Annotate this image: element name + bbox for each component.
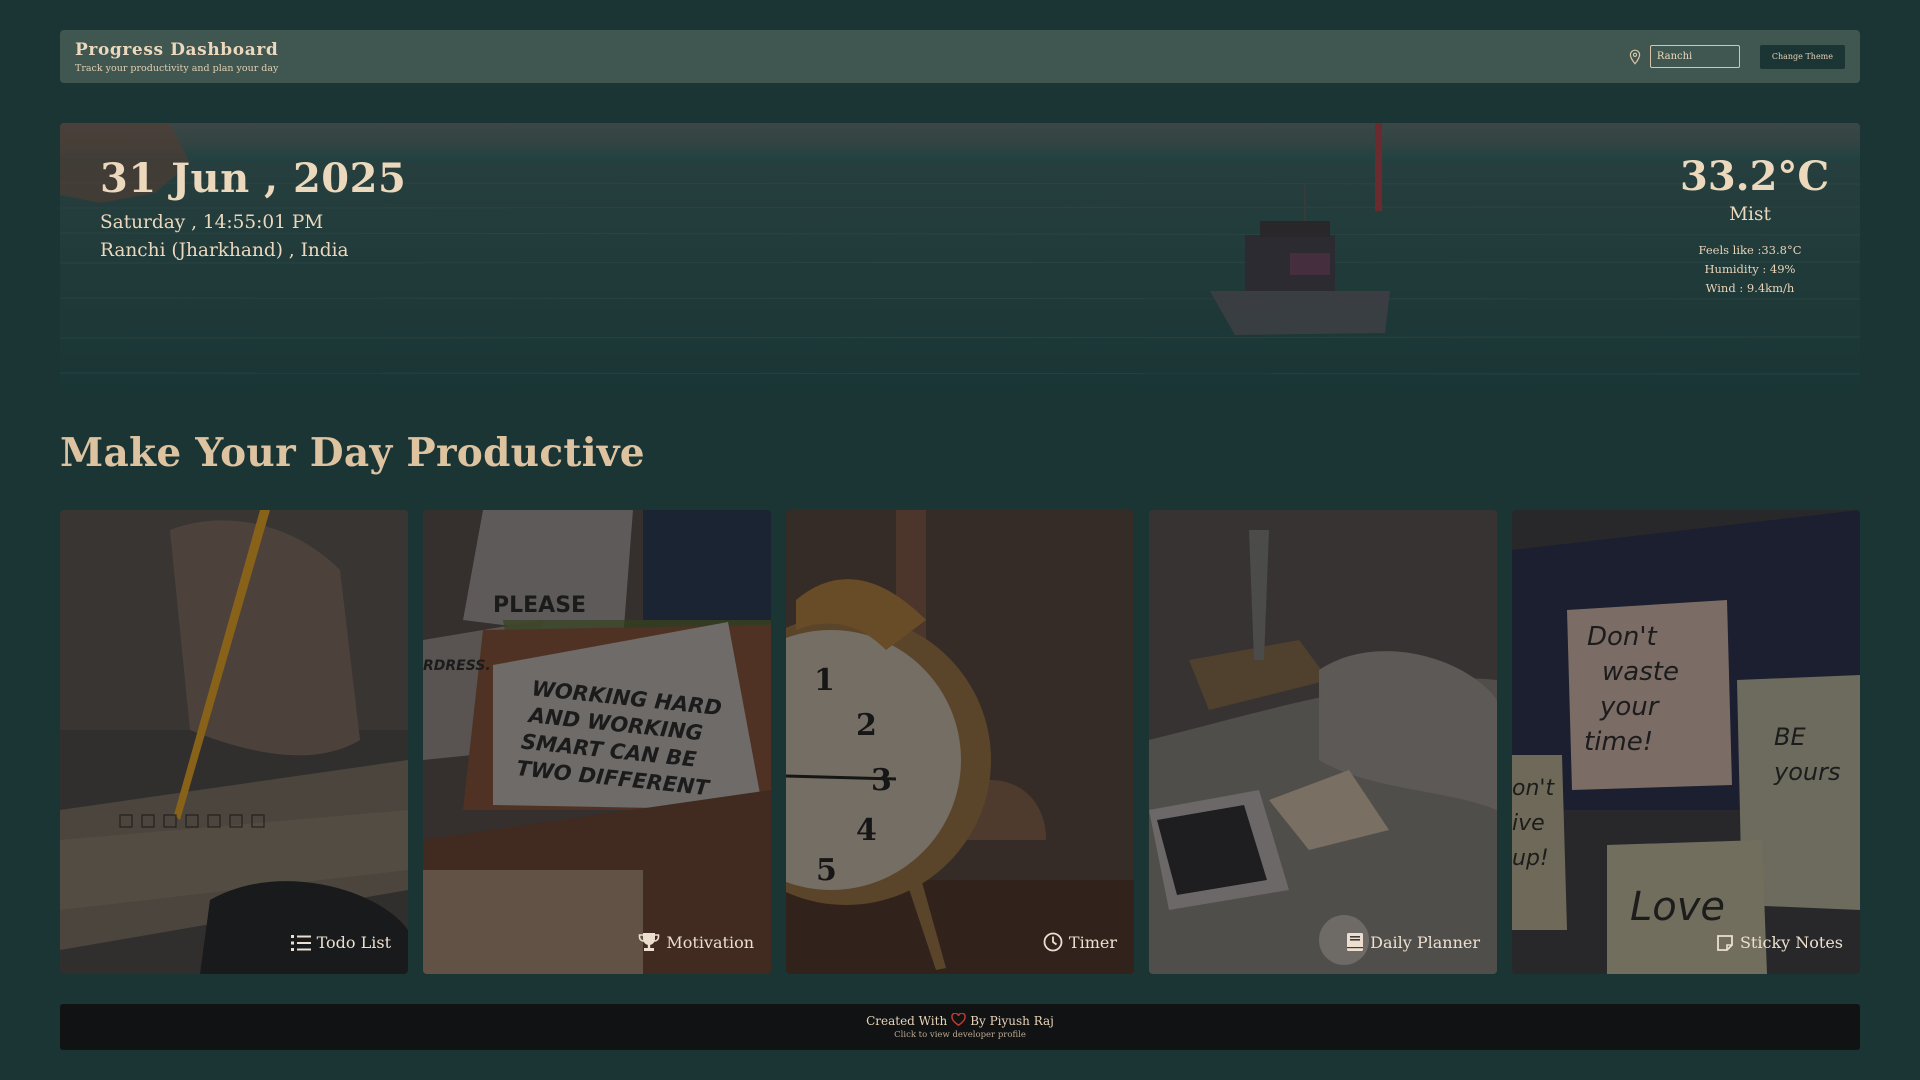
todo-list-card[interactable]: Todo List (60, 510, 408, 974)
alarm-clock-image: 123 45 (786, 510, 1134, 974)
motivation-label: Motivation (638, 932, 754, 952)
sign-side-text: RDRESS. (423, 658, 491, 674)
sticky-notes-image: Don't waste your time! BE yours Love on'… (1512, 510, 1860, 974)
change-theme-button[interactable]: Change Theme (1759, 44, 1845, 69)
note-line-2: waste (1602, 657, 1679, 687)
section-headline: Make Your Day Productive (60, 430, 645, 476)
todo-list-label: Todo List (290, 933, 391, 952)
sticky-note-icon (1716, 934, 1734, 952)
app-title: Progress Dashboard (75, 39, 279, 60)
daily-planner-label: Daily Planner (1346, 932, 1480, 952)
list-icon (290, 934, 311, 952)
footer[interactable]: Created With By Piyush Raj Click to view… (60, 1004, 1860, 1050)
footer-credit: Created With By Piyush Raj (866, 1012, 1054, 1029)
top-navbar: Progress Dashboard Track your productivi… (60, 30, 1860, 83)
developer-link[interactable]: By Piyush Raj (970, 1014, 1054, 1028)
header-controls: Change Theme (1628, 44, 1845, 69)
current-location: Ranchi (Jharkhand) , India (100, 240, 349, 261)
current-date: 31 Jun , 2025 (100, 155, 407, 202)
date-time-block: 31 Jun , 2025 Saturday , 14:55:01 PM Ran… (100, 155, 406, 261)
note-left-2: ive (1512, 811, 1545, 836)
weather-block: 33.2°C Mist Feels like :33.8°C Humidity … (1680, 153, 1830, 298)
feature-cards: Todo List PLEASE RDRESS. WORKING HARD AN… (60, 510, 1860, 974)
note-right-2: yours (1773, 758, 1840, 786)
daily-planner-card[interactable]: Daily Planner (1149, 510, 1497, 974)
feels-like: Feels like :33.8°C (1698, 243, 1802, 257)
humidity: Humidity : 49% (1704, 262, 1796, 276)
sticky-notes-card[interactable]: Don't waste your time! BE yours Love on'… (1512, 510, 1860, 974)
clock-icon (1043, 932, 1063, 952)
note-right-1: BE (1774, 723, 1806, 751)
timer-label: Timer (1043, 932, 1117, 952)
weather-condition: Mist (1729, 204, 1771, 225)
motivation-sign-image: PLEASE RDRESS. WORKING HARD AND WORKING … (423, 510, 771, 974)
note-left-3: up! (1512, 846, 1549, 871)
brand: Progress Dashboard Track your productivi… (75, 40, 278, 74)
book-icon (1346, 932, 1364, 952)
motivation-card[interactable]: PLEASE RDRESS. WORKING HARD AND WORKING … (423, 510, 771, 974)
city-search-input[interactable] (1649, 45, 1740, 68)
app-subtitle: Track your productivity and plan your da… (75, 62, 279, 74)
note-line-4: time! (1584, 727, 1653, 757)
sticky-notes-label: Sticky Notes (1716, 933, 1843, 952)
location-pin-icon (1628, 49, 1642, 65)
temperature: 33.2°C (1680, 153, 1830, 200)
note-left-1: on't (1512, 776, 1555, 801)
writing-hand-image (60, 510, 408, 974)
footer-subtext: Click to view developer profile (894, 1030, 1026, 1040)
note-line-3: your (1599, 692, 1661, 722)
bed-laptop-image (1149, 510, 1497, 974)
weather-details: Feels like :33.8°C Humidity : 49% Wind :… (1680, 241, 1820, 298)
sign-please-text: PLEASE (493, 593, 586, 618)
timer-card[interactable]: 123 45 Timer (786, 510, 1134, 974)
heart-icon (951, 1012, 966, 1029)
current-day-time: Saturday , 14:55:01 PM (100, 212, 324, 233)
trophy-icon (638, 932, 660, 952)
wind-speed: Wind : 9.4km/h (1705, 281, 1795, 295)
hero-weather-banner: 31 Jun , 2025 Saturday , 14:55:01 PM Ran… (60, 123, 1860, 393)
note-love: Love (1630, 884, 1725, 930)
note-line-1: Don't (1587, 622, 1658, 652)
